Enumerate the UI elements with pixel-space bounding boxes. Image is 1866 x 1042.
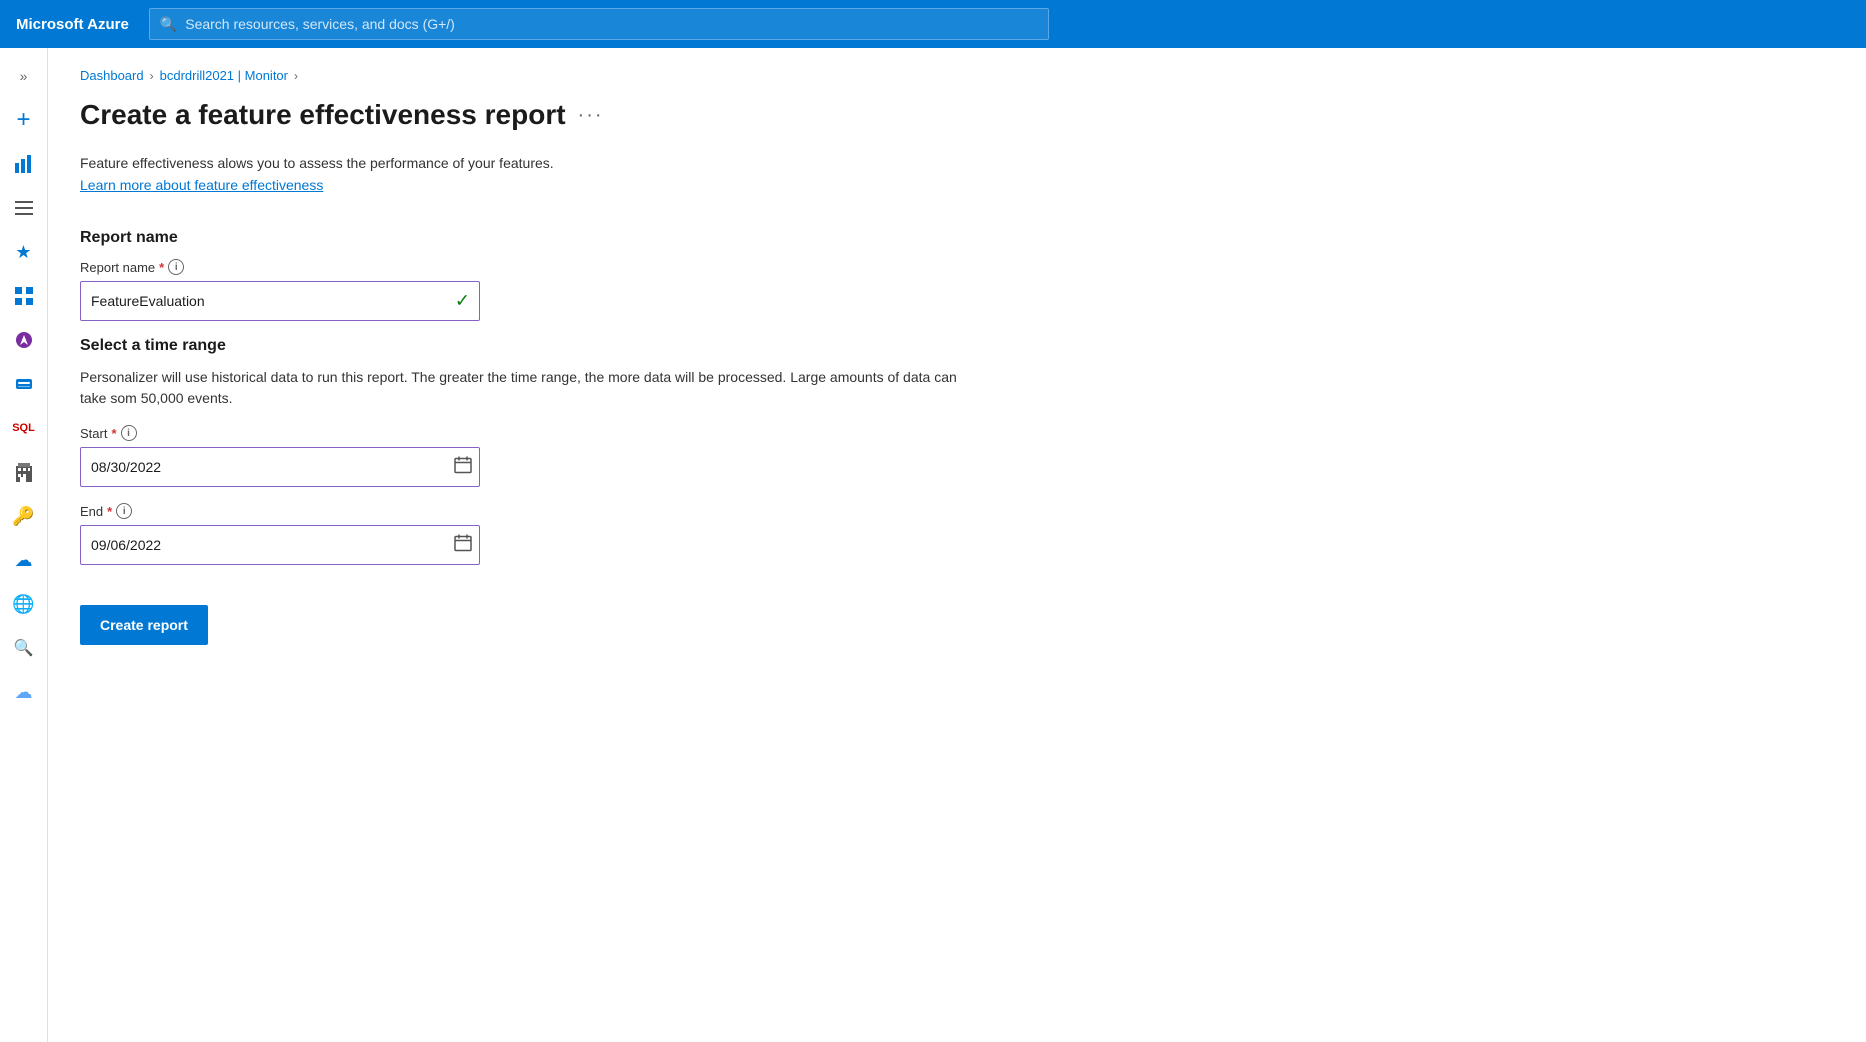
topbar: Microsoft Azure 🔍 [0,0,1866,48]
sidebar-item-sql[interactable]: SQL [4,408,44,448]
start-label-text: Start [80,426,107,441]
sidebar-item-favorites[interactable]: ★ [4,232,44,272]
breadcrumb: Dashboard › bcdrdrill2021 | Monitor › [80,68,1834,83]
report-name-section-title: Report name [80,229,1834,247]
start-date-input[interactable] [80,447,480,487]
report-name-input-wrap: ✓ [80,281,480,321]
breadcrumb-monitor[interactable]: bcdrdrill2021 | Monitor [160,68,288,83]
report-name-label-text: Report name [80,260,155,275]
search-input[interactable] [185,16,1038,32]
sidebar-item-search2[interactable]: 🔍 [4,628,44,668]
sidebar-item-cloud1[interactable]: ☁ [4,540,44,580]
breadcrumb-dashboard[interactable]: Dashboard [80,68,144,83]
report-name-check-icon: ✓ [455,291,470,312]
end-date-wrap [80,525,480,565]
sidebar-item-key[interactable]: 🔑 [4,496,44,536]
start-info-icon[interactable]: i [121,425,137,441]
sidebar-item-add[interactable]: + [4,100,44,140]
page-title: Create a feature effectiveness report [80,99,566,131]
search-icon: 🔍 [160,16,177,33]
sidebar-collapse-button[interactable]: » [4,56,44,96]
time-range-section: Select a time range Personalizer will us… [80,337,1834,565]
more-options-icon[interactable]: ··· [578,104,604,127]
create-report-button[interactable]: Create report [80,605,208,645]
breadcrumb-sep-1: › [150,69,154,83]
azure-logo: Microsoft Azure [16,16,129,33]
end-date-input[interactable] [80,525,480,565]
start-label: Start * i [80,425,1834,441]
breadcrumb-sep-2: › [294,69,298,83]
page-title-row: Create a feature effectiveness report ··… [80,99,1834,131]
time-range-section-title: Select a time range [80,337,1834,355]
sidebar-item-chart[interactable] [4,144,44,184]
sidebar-item-globe[interactable]: 🌐 [4,584,44,624]
sidebar-item-storage[interactable] [4,364,44,404]
report-name-label: Report name * i [80,259,1834,275]
search-bar[interactable]: 🔍 [149,8,1049,40]
end-label: End * i [80,503,1834,519]
end-required: * [107,504,112,519]
main-layout: » + ★ SQL 🔑 ☁ 🌐 🔍 ☁ Dashboard [0,48,1866,1042]
time-range-description: Personalizer will use historical data to… [80,367,980,409]
learn-more-link[interactable]: Learn more about feature effectiveness [80,177,323,193]
content-area: Dashboard › bcdrdrill2021 | Monitor › Cr… [48,48,1866,1042]
sidebar-item-menu[interactable] [4,188,44,228]
end-info-icon[interactable]: i [116,503,132,519]
sidebar-item-grid[interactable] [4,276,44,316]
start-required: * [111,426,116,441]
sidebar-item-building[interactable] [4,452,44,492]
feature-description: Feature effectiveness alows you to asses… [80,155,1834,171]
sidebar: » + ★ SQL 🔑 ☁ 🌐 🔍 ☁ [0,48,48,1042]
sidebar-item-cloud2[interactable]: ☁ [4,672,44,712]
report-name-required: * [159,260,164,275]
report-name-info-icon[interactable]: i [168,259,184,275]
report-name-input[interactable] [80,281,480,321]
report-name-section: Report name Report name * i ✓ [80,229,1834,321]
end-label-text: End [80,504,103,519]
start-date-wrap [80,447,480,487]
sidebar-item-personalizer[interactable] [4,320,44,360]
